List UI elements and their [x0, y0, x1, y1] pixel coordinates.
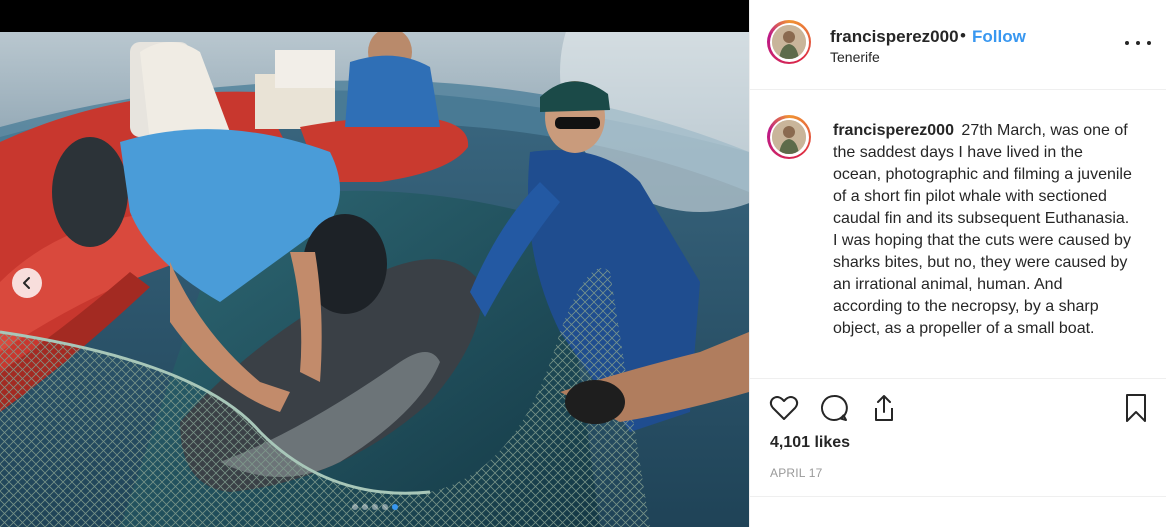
post-photo[interactable]	[0, 32, 749, 527]
post-date[interactable]: APRIL 17	[770, 466, 823, 480]
heart-icon	[769, 396, 799, 420]
carousel-dot	[371, 504, 378, 510]
like-button[interactable]	[768, 392, 800, 424]
save-button[interactable]	[1120, 392, 1152, 424]
location-link[interactable]: Tenerife	[830, 49, 880, 65]
caption-avatar[interactable]	[767, 115, 811, 159]
previous-slide-button[interactable]	[12, 268, 42, 298]
post-actions: 4,101 likes APRIL 17	[750, 378, 1166, 496]
follow-button[interactable]: Follow	[972, 27, 1026, 47]
separator-dot: •	[960, 26, 966, 45]
carousel-dot	[361, 504, 368, 510]
share-icon	[875, 395, 893, 421]
caption-text: francisperez000 27th March, was one of t…	[833, 120, 1133, 340]
comment-button[interactable]	[818, 392, 850, 424]
header-username[interactable]: francisperez000	[830, 27, 959, 47]
more-options-icon[interactable]	[1125, 33, 1151, 53]
post-header: francisperez000 • Follow Tenerife	[750, 0, 1166, 90]
bookmark-icon	[1126, 394, 1146, 422]
post-caption: francisperez000 27th March, was one of t…	[750, 91, 1166, 376]
carousel-dot-active	[391, 504, 398, 510]
caption-username[interactable]: francisperez000	[833, 122, 954, 139]
likes-count[interactable]: 4,101 likes	[770, 434, 850, 452]
post-photo-container	[0, 0, 749, 527]
comment-icon	[821, 394, 848, 421]
chevron-left-icon	[23, 277, 30, 289]
share-button[interactable]	[868, 392, 900, 424]
carousel-dot	[351, 504, 358, 510]
comment-bar	[750, 496, 1166, 527]
avatar[interactable]	[767, 20, 811, 64]
carousel-dot	[381, 504, 388, 510]
post-side-panel: francisperez000 • Follow Tenerife franci…	[749, 0, 1166, 527]
caption-body: 27th March, was one of the saddest days …	[833, 122, 1132, 337]
carousel-indicator	[0, 504, 749, 510]
